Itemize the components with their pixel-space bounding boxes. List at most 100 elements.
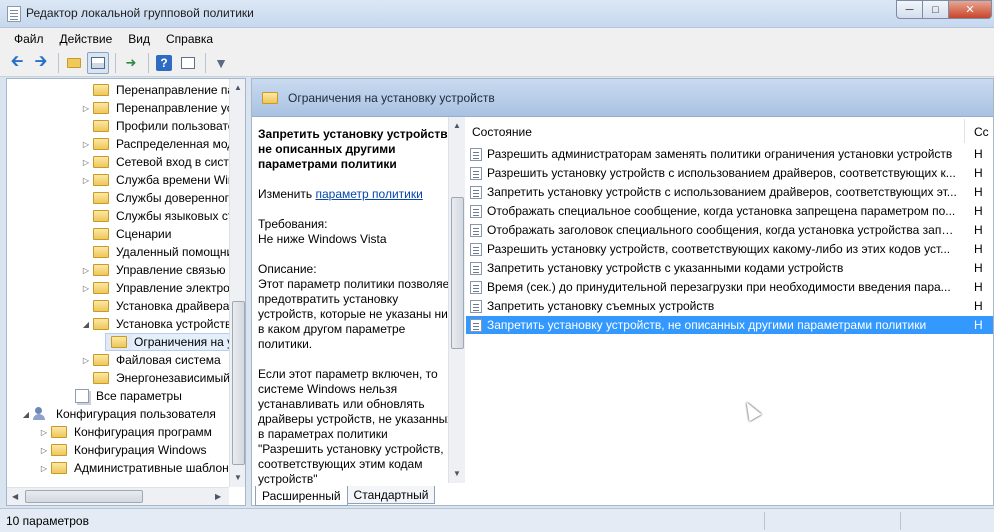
tree-item[interactable]: Перенаправление пап — [81, 81, 243, 99]
tree-item[interactable]: Установка драйвера — [81, 297, 231, 315]
toolbar-separator — [205, 53, 206, 73]
folder-icon — [93, 300, 109, 312]
policy-name: Запретить установку устройств с использо… — [487, 185, 957, 199]
tree-item-label: Перенаправление устр — [116, 101, 245, 115]
tree-item[interactable]: ▷ Служба времени Wind — [81, 171, 243, 189]
scroll-down-icon[interactable]: ▼ — [234, 473, 242, 482]
description-scrollbar[interactable]: ▲ ▼ — [448, 117, 465, 483]
edit-policy-link[interactable]: параметр политики — [315, 187, 422, 201]
forward-button[interactable]: 🡲 — [30, 52, 52, 74]
tree-item[interactable]: Все параметры — [63, 387, 184, 405]
column-state-header[interactable]: Состояние — [472, 125, 532, 139]
arrow-left-icon: 🡰 — [10, 52, 24, 70]
up-level-button[interactable] — [63, 52, 85, 74]
tree-item[interactable]: Службы языковых ста — [81, 207, 242, 225]
tab-standard[interactable]: Стандартный — [346, 486, 436, 504]
scroll-left-icon[interactable]: ◀ — [12, 492, 18, 501]
menu-view[interactable]: Вид — [120, 32, 158, 46]
expand-arrow-icon[interactable]: ▷ — [81, 140, 91, 149]
tree-item[interactable]: ▷ Управление связью че — [81, 261, 244, 279]
help-button[interactable]: ? — [153, 52, 175, 74]
column-separator[interactable] — [964, 119, 965, 143]
folder-icon — [93, 228, 109, 240]
status-divider — [900, 512, 901, 530]
tree-hscroll-thumb[interactable] — [25, 490, 143, 503]
tree-item[interactable]: Службы доверенного — [81, 189, 237, 207]
properties-button[interactable] — [177, 52, 199, 74]
tree-horizontal-scrollbar[interactable]: ◀ ▶ — [7, 487, 229, 505]
tree-vertical-scrollbar[interactable]: ▲ ▼ — [229, 79, 245, 487]
policy-row[interactable]: Запретить установку устройств с указанны… — [466, 259, 993, 277]
policy-setting-icon — [470, 147, 482, 161]
tree-item[interactable]: ◢ Установка устройства — [81, 315, 240, 333]
tree-item[interactable]: ▷ Файловая система — [81, 351, 223, 369]
description-body: Этот параметр политики позволяет предотв… — [258, 277, 455, 351]
folder-icon — [93, 192, 109, 204]
policy-row[interactable]: Разрешить администраторам заменять полит… — [466, 145, 993, 163]
gpedit-app-icon — [7, 6, 21, 22]
expand-arrow-icon[interactable]: ▷ — [81, 266, 91, 275]
collapse-arrow-icon[interactable]: ◢ — [21, 410, 31, 419]
tree-scroll-thumb[interactable] — [232, 301, 245, 465]
tree-item[interactable]: Удаленный помощник — [81, 243, 241, 261]
minimize-button[interactable]: ─ — [896, 0, 922, 19]
policy-row[interactable]: Запретить установку устройств, не описан… — [466, 316, 993, 334]
expand-arrow-icon[interactable]: ▷ — [81, 284, 91, 293]
list-horizontal-scrollbar[interactable]: ◀ ▶ — [466, 505, 994, 506]
menu-action[interactable]: Действие — [52, 32, 121, 46]
tree-item[interactable]: Сценарии — [81, 225, 173, 243]
tree-item-label: Ограничения на ус — [132, 334, 241, 350]
policy-setting-icon — [470, 242, 482, 256]
tree-item[interactable]: Профили пользовател — [81, 117, 243, 135]
scroll-up-icon[interactable]: ▲ — [453, 121, 461, 130]
policy-row[interactable]: Запретить установку устройств с использо… — [466, 183, 993, 201]
policy-state: Н — [974, 223, 983, 237]
policy-row[interactable]: Разрешить установку устройств с использо… — [466, 164, 993, 182]
expand-arrow-icon[interactable]: ▷ — [81, 176, 91, 185]
collapse-arrow-icon[interactable]: ◢ — [81, 320, 91, 329]
policy-name: Отображать специальное сообщение, когда … — [487, 204, 956, 218]
tree-item[interactable]: Энергонезависимый к — [81, 369, 241, 387]
menu-help[interactable]: Справка — [158, 32, 221, 46]
folder-icon — [51, 426, 67, 438]
tree-item[interactable]: ▷ Административные шаблоны — [39, 459, 239, 477]
tree-item[interactable]: ▷ Конфигурация Windows — [39, 441, 209, 459]
policy-state: Н — [974, 318, 983, 332]
tree-item[interactable]: Ограничения на ус — [99, 333, 241, 351]
policy-name: Запретить установку устройств с указанны… — [487, 261, 844, 275]
tree-item[interactable]: ▷ Перенаправление устр — [81, 99, 245, 117]
details-pane: Ограничения на установку устройств Запре… — [251, 78, 994, 506]
tree-item[interactable]: ▷ Управление электропи — [81, 279, 245, 297]
policy-row[interactable]: Отображать специальное сообщение, когда … — [466, 202, 993, 220]
scroll-up-icon[interactable]: ▲ — [234, 83, 242, 92]
menu-file[interactable]: Файл — [6, 32, 52, 46]
tree-item[interactable]: ◢ Конфигурация пользователя — [21, 405, 218, 423]
expand-arrow-icon[interactable]: ▷ — [81, 104, 91, 113]
expand-arrow-icon[interactable]: ▷ — [81, 158, 91, 167]
expand-arrow-icon[interactable]: ▷ — [81, 356, 91, 365]
tree-item[interactable]: ▷ Распределенная моде — [81, 135, 243, 153]
scroll-down-icon[interactable]: ▼ — [453, 469, 461, 478]
show-hide-tree-button[interactable] — [87, 52, 109, 74]
policy-row[interactable]: Запретить установку съемных устройств Н — [466, 297, 993, 315]
tree-item[interactable]: ▷ Сетевой вход в систем — [81, 153, 245, 171]
expand-arrow-icon[interactable]: ▷ — [39, 464, 49, 473]
tree-item[interactable]: ▷ Конфигурация программ — [39, 423, 214, 441]
tree-item-label: Службы доверенного — [116, 191, 236, 205]
description-scroll-thumb[interactable] — [451, 197, 464, 349]
policy-row[interactable]: Время (сек.) до принудительной перезагру… — [466, 278, 993, 296]
policy-name: Разрешить установку устройств, соответст… — [487, 242, 951, 256]
expand-arrow-icon[interactable]: ▷ — [39, 446, 49, 455]
policy-row[interactable]: Разрешить установку устройств, соответст… — [466, 240, 993, 258]
tab-extended[interactable]: Расширенный — [255, 486, 348, 506]
column-state2-header[interactable]: Сс — [974, 125, 989, 139]
back-button[interactable]: 🡰 — [6, 52, 28, 74]
policy-row[interactable]: Отображать заголовок специального сообще… — [466, 221, 993, 239]
export-list-button[interactable]: ➜ — [120, 52, 142, 74]
scroll-right-icon[interactable]: ▶ — [215, 492, 221, 501]
maximize-button[interactable]: □ — [922, 0, 948, 19]
close-button[interactable]: ✕ — [948, 0, 992, 19]
filter-button[interactable]: ▼ — [210, 52, 232, 74]
all-settings-icon — [75, 389, 89, 403]
expand-arrow-icon[interactable]: ▷ — [39, 428, 49, 437]
